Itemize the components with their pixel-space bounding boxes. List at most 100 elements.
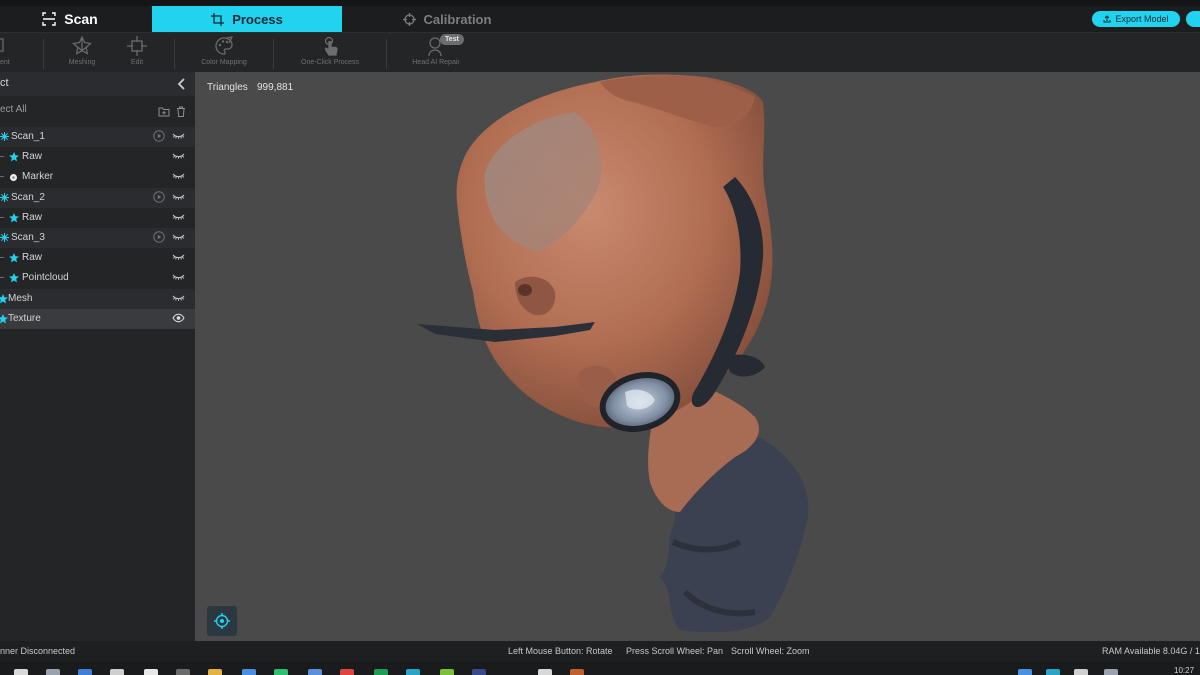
project-panel: ct ect All Scan_1 Raw Marker Scan_2 Raw …	[0, 72, 195, 641]
app-icon[interactable]	[176, 669, 190, 675]
edit-cross-icon	[127, 36, 147, 56]
tree-item-raw[interactable]: Raw	[0, 208, 195, 228]
tree-item-texture[interactable]: Texture	[0, 308, 195, 329]
tab-process-label: Process	[232, 11, 283, 27]
tray-icon[interactable]	[1074, 669, 1088, 675]
scan-frame-icon	[42, 12, 56, 26]
tree-item-raw[interactable]: Raw	[0, 147, 195, 167]
tree-item-marker[interactable]: Marker	[0, 167, 195, 187]
add-folder-button[interactable]	[158, 104, 170, 122]
visibility-toggle[interactable]	[172, 152, 185, 163]
tray-icon[interactable]	[1104, 669, 1118, 675]
eye-closed-icon	[172, 295, 185, 301]
play-circle-icon	[153, 190, 165, 203]
select-all-checkbox[interactable]: ect All	[0, 104, 27, 115]
tree-item-scan-1[interactable]: Scan_1	[0, 127, 195, 148]
mesh-node-icon	[0, 293, 8, 304]
tray-icon[interactable]	[1018, 669, 1032, 675]
export-icon	[1103, 15, 1111, 23]
tree-connector	[0, 176, 4, 178]
raw-node-icon	[9, 212, 19, 223]
tree-item-scan-2[interactable]: Scan_2	[0, 187, 195, 208]
model-viewport[interactable]: Triangles 999,881	[195, 72, 1200, 641]
app-icon[interactable]	[440, 669, 454, 675]
eye-closed-icon	[172, 194, 185, 200]
tool-edit[interactable]: Edit	[92, 35, 182, 71]
app-window: Scan Process Calibration Export Model nm…	[0, 0, 1200, 675]
pointcloud-node-icon	[9, 273, 19, 283]
tree-item-pointcloud[interactable]: Pointcloud	[0, 268, 195, 288]
visibility-toggle[interactable]	[172, 253, 185, 264]
play-button[interactable]	[153, 231, 165, 246]
app-icon[interactable]	[110, 669, 124, 675]
visibility-toggle[interactable]	[172, 313, 185, 326]
start-icon[interactable]	[14, 669, 28, 675]
visibility-toggle[interactable]	[172, 193, 185, 204]
tab-scan[interactable]: Scan	[0, 6, 140, 32]
visibility-toggle[interactable]	[172, 294, 185, 305]
toolbar-divider	[386, 39, 387, 69]
folder-icon[interactable]	[208, 669, 222, 675]
export-model-button[interactable]: Export Model	[1092, 11, 1180, 27]
tab-process[interactable]: Process	[152, 6, 342, 32]
tree-item-mesh[interactable]: Mesh	[0, 288, 195, 309]
play-button[interactable]	[153, 190, 165, 206]
visibility-toggle[interactable]	[172, 213, 185, 224]
palette-icon	[215, 36, 234, 55]
app-icon[interactable]	[570, 669, 584, 675]
tool-one-click-process[interactable]: One-Click Process	[285, 35, 375, 71]
eye-closed-icon	[172, 133, 185, 139]
recenter-view-button[interactable]	[207, 606, 237, 636]
app-icon[interactable]	[406, 669, 420, 675]
tree-item-scan-3[interactable]: Scan_3	[0, 227, 195, 249]
play-button[interactable]	[153, 130, 165, 145]
play-circle-icon	[153, 130, 165, 142]
app-icon[interactable]	[46, 669, 60, 675]
eye-closed-icon	[172, 234, 185, 240]
eye-closed-icon	[172, 254, 185, 260]
trash-icon	[177, 106, 185, 117]
tool-alignment-label: nment	[0, 59, 10, 66]
tab-calibration[interactable]: Calibration	[352, 6, 542, 32]
crosshair-icon	[214, 613, 230, 629]
tab-calibration-label: Calibration	[423, 11, 492, 27]
mode-bar: Scan Process Calibration Export Model	[0, 0, 1200, 32]
app-icon[interactable]	[538, 669, 552, 675]
tree-item-raw[interactable]: Raw	[0, 248, 195, 268]
chevron-left-icon	[177, 78, 185, 90]
eye-open-icon	[172, 313, 185, 322]
project-tree: Scan_1 Raw Marker Scan_2 Raw Scan_3 Raw …	[0, 127, 195, 329]
app-icon[interactable]	[340, 669, 354, 675]
collapse-panel-button[interactable]	[176, 77, 186, 95]
app-icon[interactable]	[144, 669, 158, 675]
eye-closed-icon	[172, 153, 185, 159]
triangles-count: 999,881	[257, 82, 294, 93]
app-icon[interactable]	[242, 669, 256, 675]
app-icon[interactable]	[78, 669, 92, 675]
marker-node-icon	[9, 173, 18, 182]
app-icon[interactable]	[274, 669, 288, 675]
head-scan-model[interactable]	[195, 72, 1200, 641]
tree-item-label: Scan_3	[11, 231, 45, 243]
visibility-toggle[interactable]	[172, 132, 185, 143]
project-panel-title: ct	[0, 77, 9, 89]
triangles-label: Triangles	[207, 82, 248, 93]
visibility-toggle[interactable]	[172, 172, 185, 183]
app-icon[interactable]	[374, 669, 388, 675]
tool-one-click-process-label: One-Click Process	[301, 59, 359, 66]
secondary-action-button[interactable]	[1186, 11, 1200, 27]
tool-head-ai-repair[interactable]: Head AI Repair	[391, 35, 481, 71]
eye-closed-icon	[172, 174, 185, 180]
process-toolbar: nment Meshing Edit Color Mapping One-Cli…	[0, 32, 1200, 72]
texture-node-icon	[0, 313, 8, 324]
delete-button[interactable]	[176, 104, 186, 122]
app-icon[interactable]	[308, 669, 322, 675]
visibility-toggle[interactable]	[172, 273, 185, 284]
tool-color-mapping[interactable]: Color Mapping	[179, 35, 269, 71]
visibility-toggle[interactable]	[172, 233, 185, 244]
tab-scan-label: Scan	[64, 11, 98, 27]
toolbar-divider	[174, 39, 175, 69]
tray-icon[interactable]	[1046, 669, 1060, 675]
project-actions	[158, 104, 186, 122]
app-icon[interactable]	[472, 669, 486, 675]
